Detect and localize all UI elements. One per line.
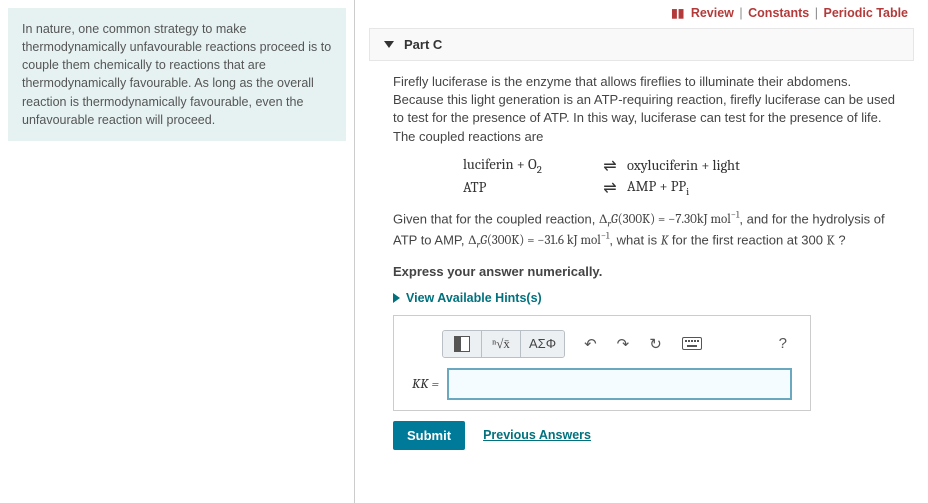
collapse-caret-icon: [384, 41, 394, 48]
given-text: Given that for the coupled reaction, ΔrG…: [393, 210, 902, 253]
sqrt-button[interactable]: ⁿ√x̄: [482, 331, 521, 357]
equil-arrow-icon: ⇌: [593, 156, 627, 175]
template-button[interactable]: [443, 331, 482, 357]
intro-panel: In nature, one common strategy to make t…: [0, 0, 355, 503]
equation-toolbar: ⁿ√x̄ ΑΣΦ ↶ ↷ ↻: [412, 330, 792, 358]
submit-button[interactable]: Submit: [393, 421, 465, 450]
express-instruction: Express your answer numerically.: [393, 263, 902, 281]
constants-link[interactable]: Constants: [748, 6, 809, 20]
redo-button[interactable]: ↷: [612, 331, 635, 357]
keyboard-icon: [682, 337, 702, 350]
reset-button[interactable]: ↻: [644, 331, 667, 357]
problem-text: Firefly luciferase is the enzyme that al…: [393, 73, 902, 146]
review-link[interactable]: Review: [691, 6, 734, 20]
equation-block: luciferin + O2 ⇌ oxyluciferin + light AT…: [393, 156, 902, 198]
previous-answers-link[interactable]: Previous Answers: [483, 428, 591, 442]
top-links: ▮▮ Review | Constants | Periodic Table: [369, 0, 914, 28]
part-header[interactable]: Part C: [369, 28, 914, 61]
answer-box: ⁿ√x̄ ΑΣΦ ↶ ↷ ↻: [393, 315, 811, 411]
view-hints-toggle[interactable]: View Available Hints(s): [393, 291, 902, 305]
intro-text: In nature, one common strategy to make t…: [8, 8, 346, 141]
equil-arrow-icon: ⇌: [593, 178, 627, 197]
undo-button[interactable]: ↶: [579, 331, 602, 357]
help-button[interactable]: ?: [774, 331, 792, 356]
caret-right-icon: [393, 293, 400, 303]
part-content: Firefly luciferase is the enzyme that al…: [369, 61, 914, 450]
keyboard-button[interactable]: [677, 333, 707, 354]
book-icon: ▮▮: [671, 6, 684, 20]
periodic-table-link[interactable]: Periodic Table: [823, 6, 908, 20]
main-panel: ▮▮ Review | Constants | Periodic Table P…: [355, 0, 928, 503]
answer-variable-label: KK =: [412, 375, 439, 392]
part-label: Part C: [404, 37, 442, 52]
template-icon: [454, 336, 470, 352]
greek-button[interactable]: ΑΣΦ: [521, 331, 564, 357]
answer-input[interactable]: [447, 368, 792, 400]
